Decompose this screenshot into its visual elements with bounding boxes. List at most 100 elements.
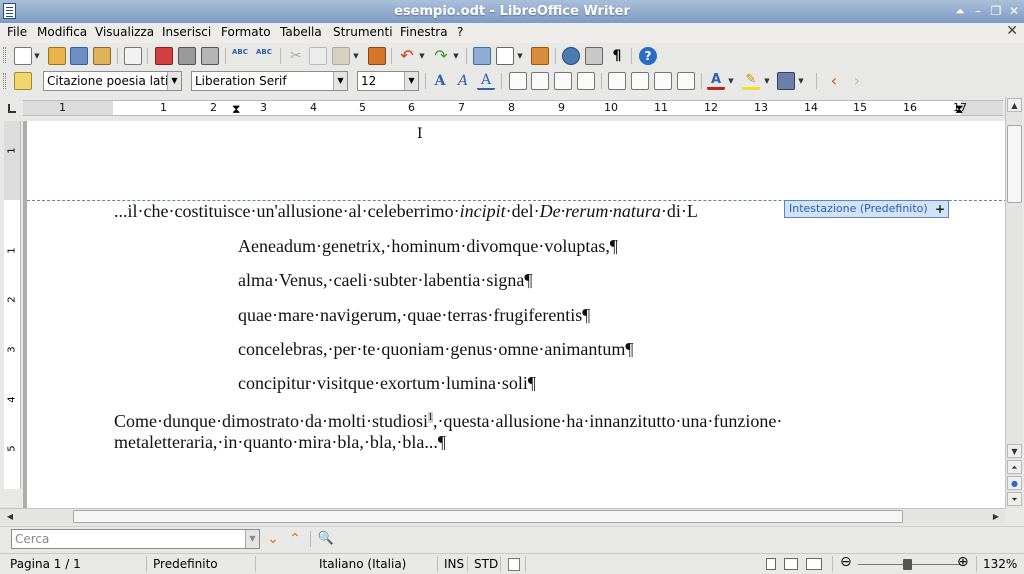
left-indent-marker[interactable]: ⧗ bbox=[232, 102, 240, 116]
verse-line[interactable]: Aeneadum·genetrix,·hominum·divomque·volu… bbox=[238, 234, 618, 259]
gallery-icon[interactable] bbox=[585, 47, 603, 65]
zoom-out-icon[interactable]: ⊖ bbox=[840, 555, 852, 570]
previous-object-icon[interactable]: ⏶ bbox=[1007, 460, 1022, 474]
menu-strumenti[interactable]: Strumenti bbox=[333, 24, 393, 40]
multi-page-view-icon[interactable] bbox=[784, 558, 798, 570]
redo-dropdown-icon[interactable]: ▼ bbox=[452, 47, 460, 65]
underline-icon[interactable]: A bbox=[477, 72, 495, 90]
clone-formatting-icon[interactable] bbox=[368, 47, 386, 65]
align-left-icon[interactable] bbox=[509, 72, 527, 90]
show-draw-functions-icon[interactable] bbox=[531, 47, 549, 65]
export-icon[interactable] bbox=[93, 47, 111, 65]
font-color-dropdown-icon[interactable]: ▼ bbox=[727, 72, 735, 90]
find-next-icon[interactable]: ⌄ bbox=[264, 530, 282, 548]
formatting-marks-icon[interactable]: ¶ bbox=[608, 47, 626, 65]
justify-icon[interactable] bbox=[577, 72, 595, 90]
page[interactable]: I Intestazione (Predefinito) + ...il·che… bbox=[27, 121, 1005, 508]
right-indent-marker[interactable]: ⧗ bbox=[955, 102, 963, 116]
chevron-down-icon[interactable]: ▼ bbox=[167, 72, 181, 90]
highlight-dropdown-icon[interactable]: ▼ bbox=[763, 72, 771, 90]
body-paragraph-line[interactable]: metaletteraria,·in·quanto·mira·bla,·bla,… bbox=[114, 430, 446, 455]
menu-modifica[interactable]: Modifica bbox=[37, 24, 87, 40]
verse-line[interactable]: concelebras,·per·te·quoniam·genus·omne·a… bbox=[238, 337, 634, 362]
menu-inserisci[interactable]: Inserisci bbox=[162, 24, 211, 40]
zoom-in-icon[interactable]: ⊕ bbox=[957, 555, 969, 570]
print-preview-icon[interactable] bbox=[201, 47, 219, 65]
single-page-view-icon[interactable] bbox=[766, 558, 776, 570]
book-view-icon[interactable] bbox=[806, 558, 822, 570]
add-header-icon[interactable]: + bbox=[935, 201, 945, 217]
shade-icon[interactable]: ⏶ bbox=[952, 3, 968, 19]
chevron-down-icon[interactable]: ▼ bbox=[404, 72, 418, 90]
numbering-icon[interactable] bbox=[608, 72, 626, 90]
maximize-icon[interactable]: ❐ bbox=[988, 3, 1004, 19]
menu-formato[interactable]: Formato bbox=[221, 24, 271, 40]
table-icon[interactable] bbox=[496, 47, 514, 65]
vertical-scroll-thumb[interactable] bbox=[1007, 125, 1022, 203]
scroll-left-icon[interactable]: ◀ bbox=[3, 510, 17, 523]
find-replace-icon[interactable]: 🔍 bbox=[317, 530, 335, 548]
minimize-icon[interactable]: – bbox=[970, 3, 986, 19]
scroll-down-icon[interactable]: ▼ bbox=[1007, 444, 1022, 458]
header-button[interactable]: Intestazione (Predefinito) + bbox=[784, 200, 949, 218]
menu-tabella[interactable]: Tabella bbox=[280, 24, 322, 40]
print-icon[interactable] bbox=[178, 47, 196, 65]
menu-visualizza[interactable]: Visualizza bbox=[95, 24, 154, 40]
chevron-down-icon[interactable]: ▼ bbox=[245, 530, 259, 548]
paste-icon[interactable] bbox=[332, 47, 350, 65]
horizontal-scrollbar[interactable]: ◀ ▶ bbox=[0, 508, 1005, 524]
next-object-icon[interactable]: ⏷ bbox=[1007, 492, 1022, 506]
undo-icon[interactable]: ↶ bbox=[398, 47, 416, 65]
undo-dropdown-icon[interactable]: ▼ bbox=[418, 47, 426, 65]
new-dropdown-icon[interactable]: ▼ bbox=[33, 47, 41, 65]
paste-dropdown-icon[interactable]: ▼ bbox=[352, 47, 360, 65]
align-right-icon[interactable] bbox=[554, 72, 572, 90]
edit-mode-icon[interactable] bbox=[124, 47, 142, 65]
scroll-right-icon[interactable]: ▶ bbox=[989, 510, 1003, 523]
copy-icon[interactable] bbox=[309, 47, 327, 65]
vertical-ruler[interactable]: 1 1 2 3 4 5 bbox=[4, 121, 21, 489]
increase-indent-icon[interactable] bbox=[677, 72, 695, 90]
zoom-level[interactable]: 132% bbox=[983, 557, 1017, 572]
vertical-scrollbar[interactable]: ▲ ▼ ⏶ ● ⏷ bbox=[1005, 97, 1022, 508]
verse-line[interactable]: quae·mare·navigerum,·quae·terras·frugife… bbox=[238, 303, 590, 328]
hyperlink-icon[interactable] bbox=[473, 47, 491, 65]
navigation-icon[interactable]: ● bbox=[1007, 476, 1022, 490]
horizontal-ruler[interactable]: 1 1 2 3 4 5 6 7 8 9 10 11 12 13 14 15 16… bbox=[0, 96, 1024, 118]
menu-help[interactable]: ? bbox=[457, 24, 463, 40]
horizontal-scroll-thumb[interactable] bbox=[73, 510, 903, 523]
menu-file[interactable]: File bbox=[7, 24, 27, 40]
font-size-select[interactable]: 12 ▼ bbox=[357, 71, 419, 91]
tab-stop-type-icon[interactable] bbox=[6, 103, 17, 114]
bold-icon[interactable]: A bbox=[431, 72, 449, 90]
decrease-indent-icon[interactable] bbox=[654, 72, 672, 90]
document-area[interactable]: I Intestazione (Predefinito) + ...il·che… bbox=[23, 121, 1005, 508]
find-previous-icon[interactable]: ⌃ bbox=[286, 530, 304, 548]
verse-line[interactable]: concipitur·visitque·exortum·lumina·soli¶ bbox=[238, 371, 536, 396]
insert-mode[interactable]: INS bbox=[444, 557, 464, 572]
font-name-select[interactable]: Liberation Serif ▼ bbox=[191, 71, 348, 91]
bullets-icon[interactable] bbox=[631, 72, 649, 90]
page-style[interactable]: Predefinito bbox=[153, 557, 218, 572]
font-color-icon[interactable]: A bbox=[707, 72, 725, 90]
background-color-dropdown-icon[interactable]: ▼ bbox=[797, 72, 805, 90]
export-pdf-icon[interactable] bbox=[155, 47, 173, 65]
close-document-icon[interactable]: ✕ bbox=[1006, 23, 1018, 39]
new-document-icon[interactable] bbox=[14, 47, 32, 65]
verse-line[interactable]: alma·Venus,·caeli·subter·labentia·signa¶ bbox=[238, 268, 533, 293]
highlight-icon[interactable]: ✎ bbox=[742, 72, 760, 90]
background-color-icon[interactable] bbox=[777, 72, 795, 90]
zoom-slider-knob[interactable] bbox=[903, 559, 912, 570]
chevron-down-icon[interactable]: ▼ bbox=[333, 72, 347, 90]
toolbar-grip[interactable] bbox=[3, 47, 6, 63]
scroll-up-icon[interactable]: ▲ bbox=[1007, 98, 1022, 112]
selection-mode[interactable]: STD bbox=[474, 557, 498, 572]
search-input[interactable]: Cerca ▼ bbox=[11, 529, 260, 549]
ruler-strip[interactable]: 1 1 2 3 4 5 6 7 8 9 10 11 12 13 14 15 16… bbox=[23, 100, 1003, 116]
toolbar-grip[interactable] bbox=[3, 73, 6, 89]
language[interactable]: Italiano (Italia) bbox=[319, 557, 406, 572]
page-indicator[interactable]: Pagina 1 / 1 bbox=[10, 557, 81, 572]
align-center-icon[interactable] bbox=[531, 72, 549, 90]
open-icon[interactable] bbox=[48, 47, 66, 65]
autospellcheck-icon[interactable]: ABC bbox=[256, 47, 274, 65]
